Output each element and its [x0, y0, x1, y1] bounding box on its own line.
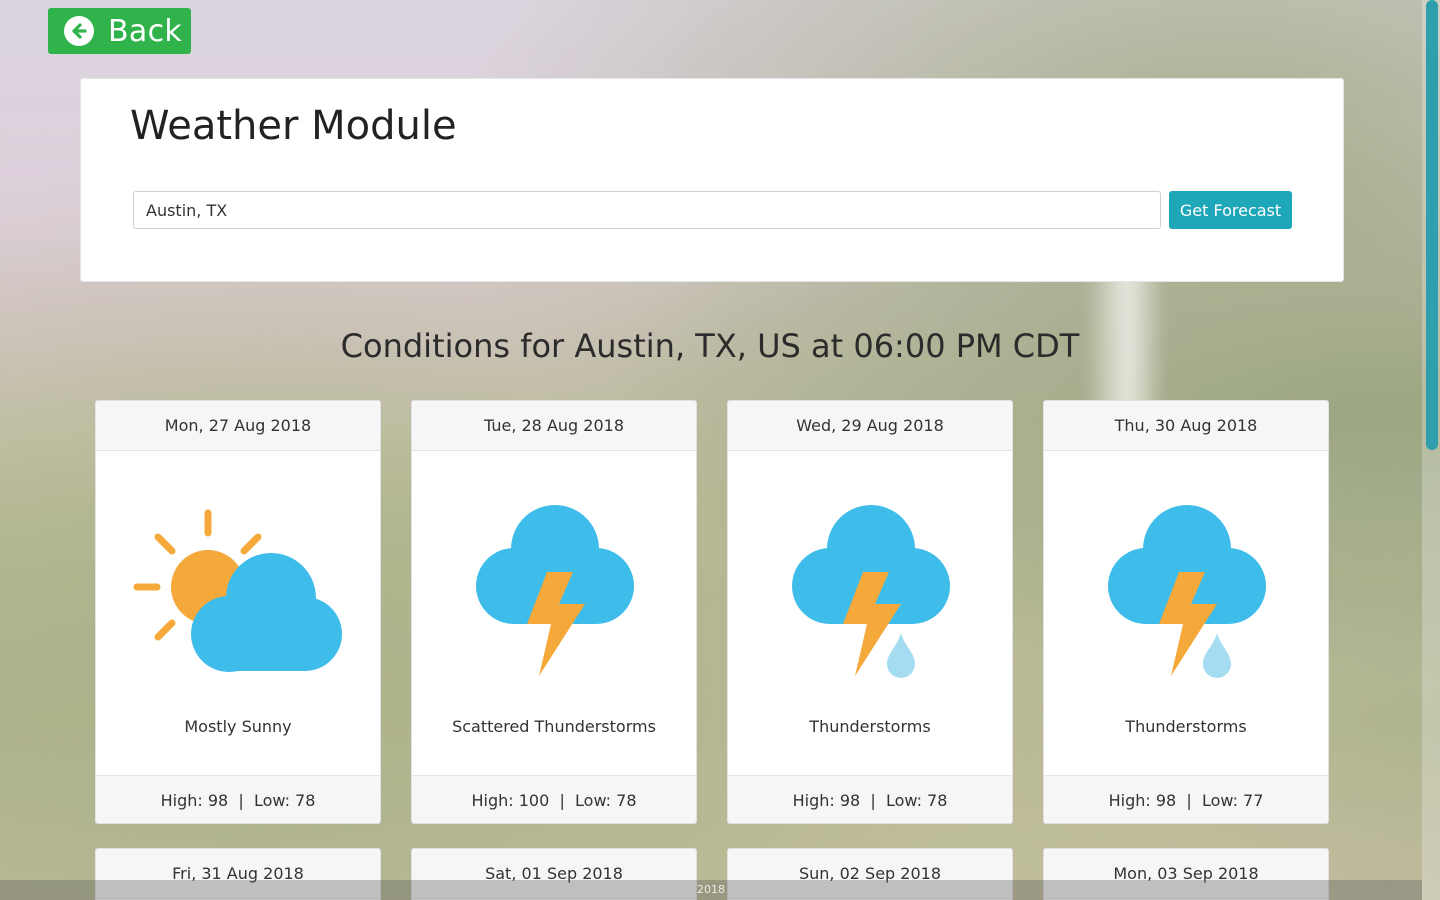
- card-temps: High: 100 | Low: 78: [412, 775, 696, 823]
- card-condition: Thunderstorms: [809, 717, 931, 736]
- card-date: Thu, 30 Aug 2018: [1044, 401, 1328, 451]
- forecast-card: Mon, 27 Aug 2018 Mostly Sunny High: 98 |…: [95, 400, 381, 824]
- forecast-card: Wed, 29 Aug 2018 Thunderstorms High: 98 …: [727, 400, 1013, 824]
- thunderstorm-rain-icon: [792, 505, 950, 678]
- high-temp: High: 100: [471, 791, 550, 810]
- card-temps: High: 98 | Low: 78: [96, 775, 380, 823]
- card-date: Tue, 28 Aug 2018: [412, 401, 696, 451]
- card-condition: Mostly Sunny: [184, 717, 292, 736]
- partly-sunny-icon: [133, 509, 342, 672]
- forecast-card: Tue, 28 Aug 2018 Scattered Thunderstorms…: [411, 400, 697, 824]
- low-temp: Low: 77: [1201, 791, 1264, 810]
- get-forecast-button[interactable]: Get Forecast: [1169, 191, 1292, 229]
- forecast-card: Thu, 30 Aug 2018 Thunderstorms High: 98 …: [1043, 400, 1329, 824]
- scrollbar-thumb[interactable]: [1426, 0, 1438, 450]
- arrow-left-circle-icon: [64, 16, 94, 46]
- card-temps: High: 98 | Low: 77: [1044, 775, 1328, 823]
- thunderstorm-rain-icon: [1108, 505, 1266, 678]
- scrollbar[interactable]: [1422, 0, 1440, 900]
- card-condition: Thunderstorms: [1125, 717, 1247, 736]
- back-button[interactable]: Back: [48, 8, 191, 54]
- page-title: Weather Module: [130, 103, 457, 149]
- high-temp: High: 98: [160, 791, 229, 810]
- high-temp: High: 98: [1108, 791, 1177, 810]
- search-panel: Weather Module Get Forecast: [80, 78, 1344, 282]
- location-input[interactable]: [133, 191, 1161, 229]
- low-temp: Low: 78: [885, 791, 948, 810]
- high-temp: High: 98: [792, 791, 861, 810]
- thunderstorm-icon: [476, 505, 634, 676]
- back-button-label: Back: [108, 13, 183, 49]
- footer-year: 2018: [697, 883, 725, 896]
- card-date: Wed, 29 Aug 2018: [728, 401, 1012, 451]
- card-temps: High: 98 | Low: 78: [728, 775, 1012, 823]
- low-temp: Low: 78: [575, 791, 637, 810]
- conditions-heading: Conditions for Austin, TX, US at 06:00 P…: [340, 327, 1080, 365]
- card-date: Mon, 27 Aug 2018: [96, 401, 380, 451]
- low-temp: Low: 78: [253, 791, 316, 810]
- card-condition: Scattered Thunderstorms: [452, 717, 656, 736]
